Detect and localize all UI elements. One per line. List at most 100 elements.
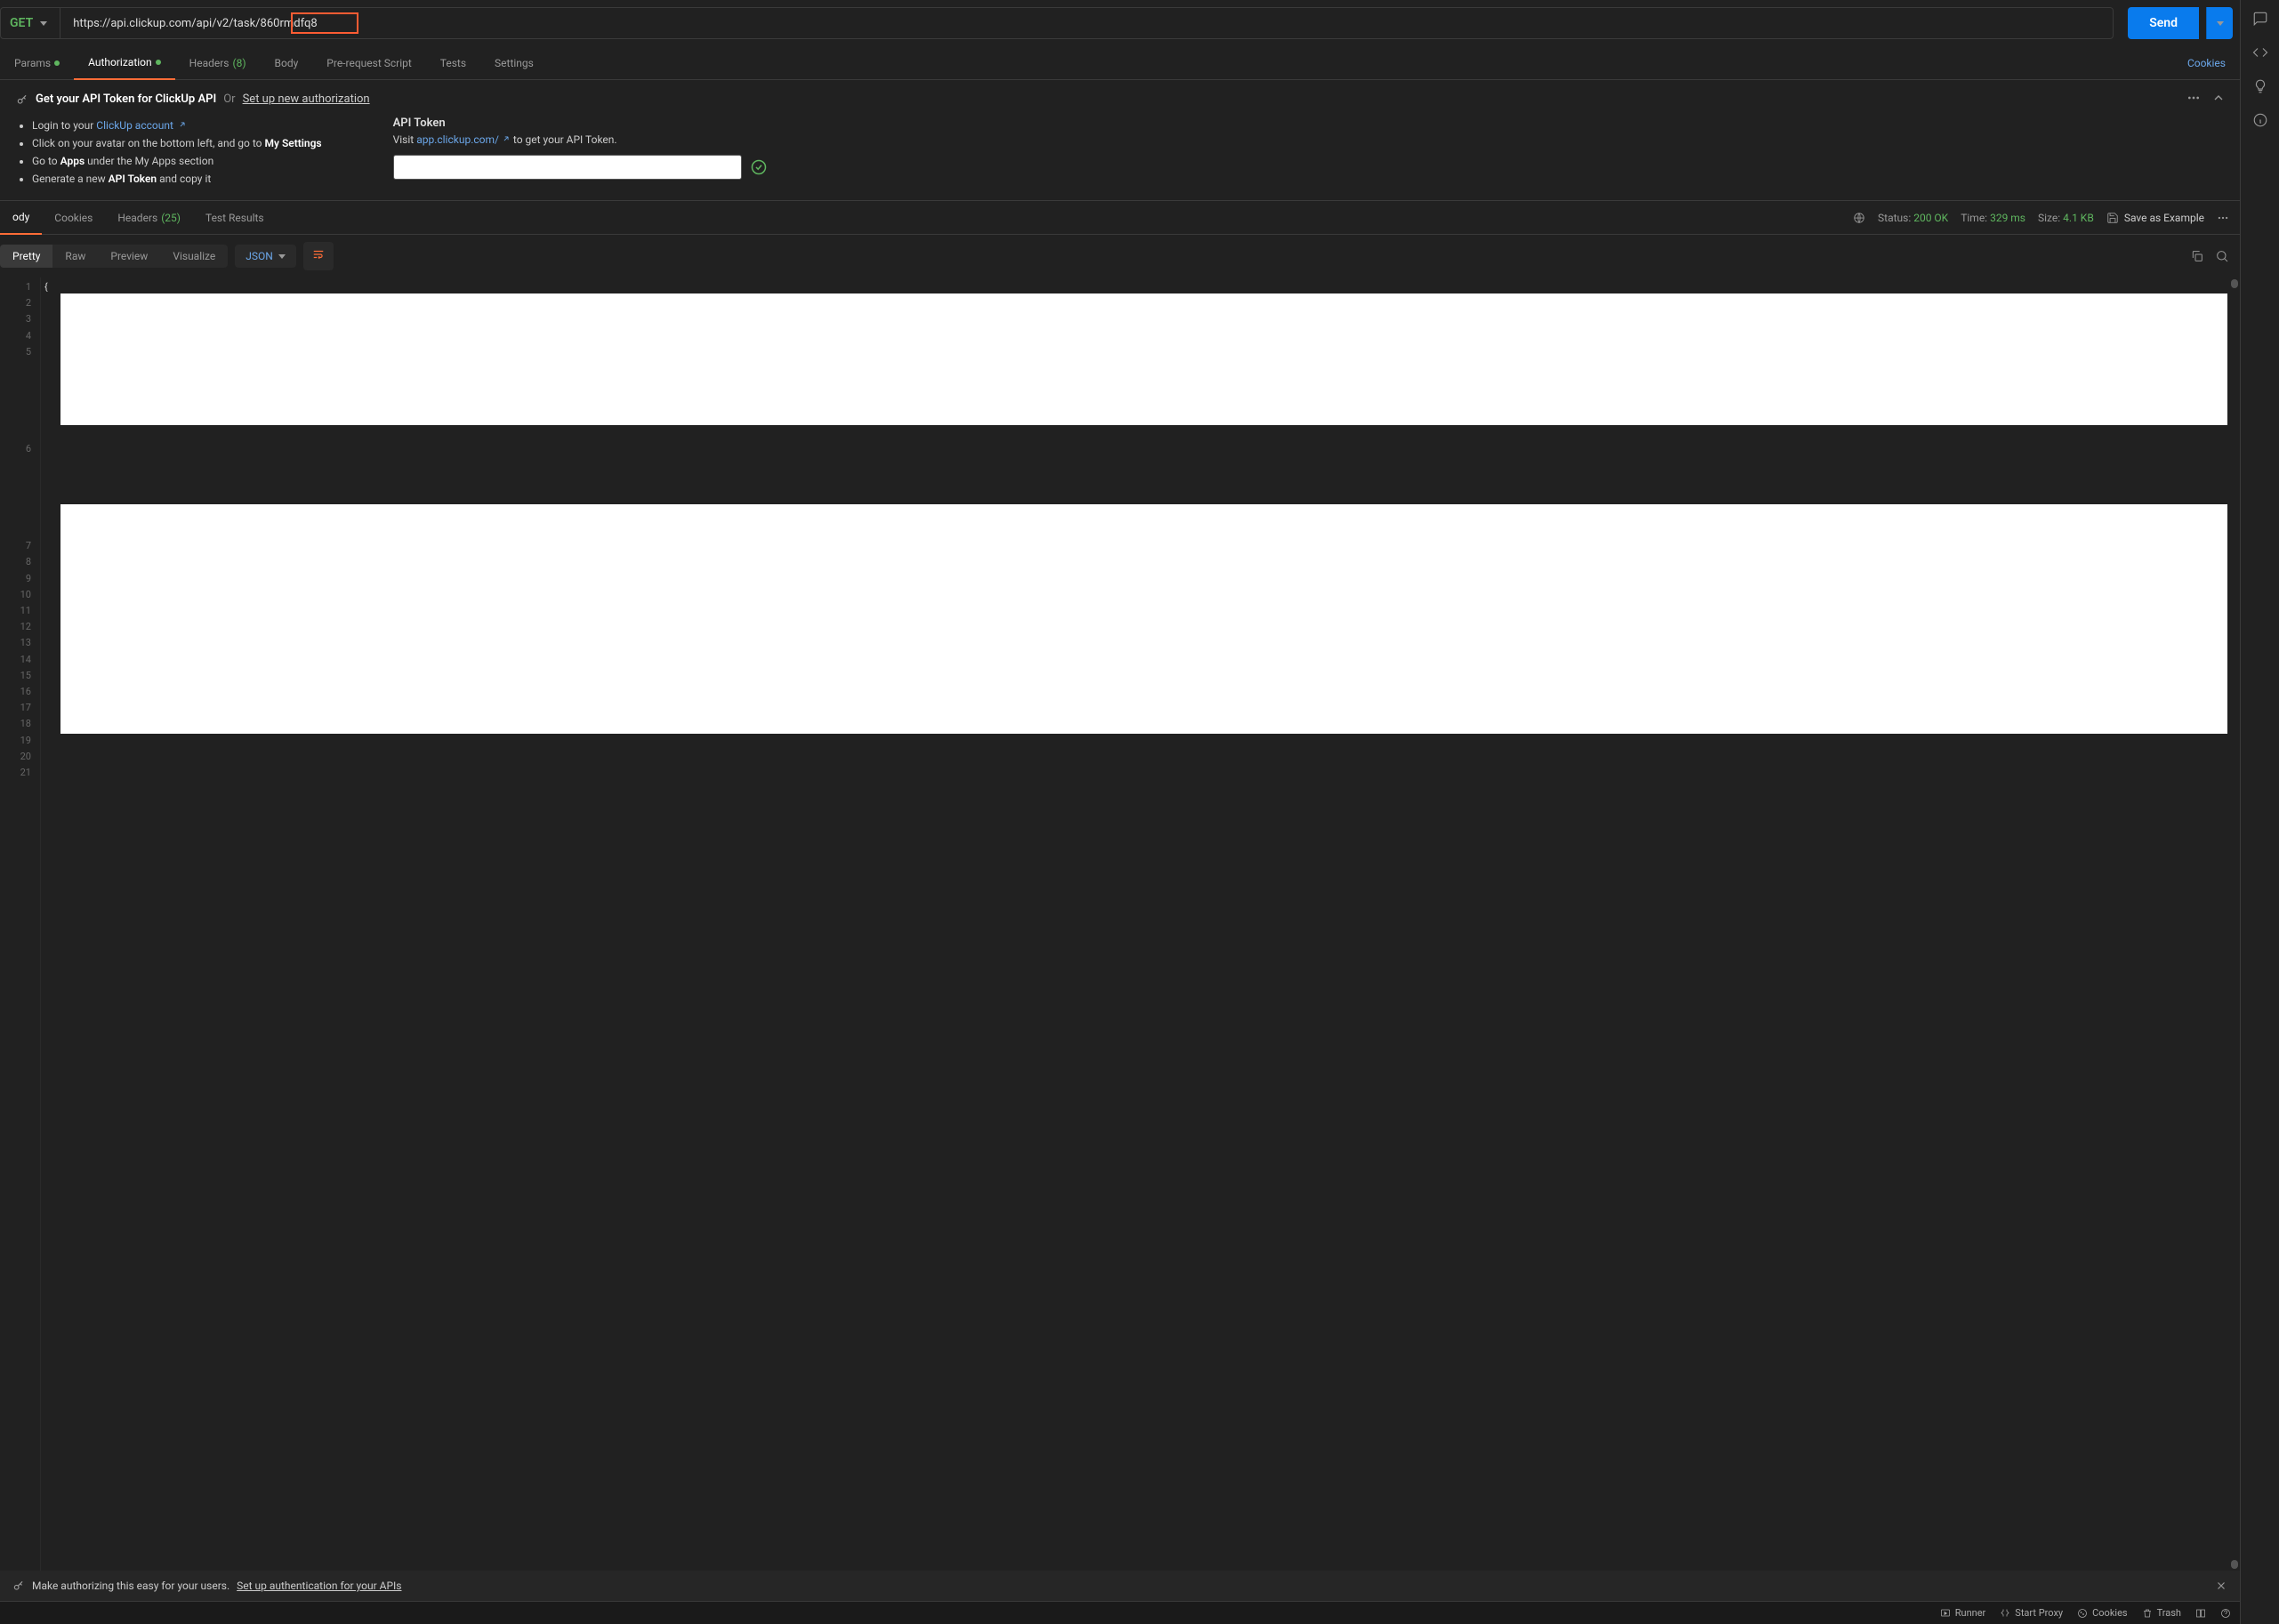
view-tab-visualize[interactable]: Visualize <box>160 245 228 268</box>
cookies-link[interactable]: Cookies <box>2187 57 2240 69</box>
response-tab-cookies[interactable]: Cookies <box>42 201 105 235</box>
key-icon <box>12 1580 25 1592</box>
url-wrap: GET <box>0 7 2114 39</box>
text: Login to your <box>32 119 96 132</box>
panels-icon[interactable] <box>2195 1608 2206 1619</box>
line-number: 16 <box>0 684 31 700</box>
code-icon[interactable] <box>2252 44 2268 60</box>
text: under the My Apps section <box>85 155 213 167</box>
copy-icon[interactable] <box>2190 249 2204 263</box>
response-body: 1 2 3 4 5 6 7 8 9 10 11 12 13 14 15 16 1… <box>0 277 2240 1571</box>
line-number: 4 <box>0 328 31 344</box>
wrap-icon <box>311 248 326 261</box>
send-dropdown-button[interactable] <box>2206 7 2233 39</box>
tab-label: Authorization <box>88 56 152 68</box>
info-icon[interactable] <box>2252 112 2268 128</box>
banner-link[interactable]: Set up authentication for your APIs <box>237 1580 401 1592</box>
search-icon[interactable] <box>2215 249 2229 263</box>
line-number: 19 <box>0 733 31 749</box>
line-gutter: 1 2 3 4 5 6 7 8 9 10 11 12 13 14 15 16 1… <box>0 277 41 1571</box>
method-select[interactable]: GET <box>1 8 60 38</box>
comment-icon[interactable] <box>2252 11 2268 27</box>
line-number: 17 <box>0 700 31 716</box>
app-clickup-link[interactable]: app.clickup.com/ <box>416 133 511 146</box>
auth-setup-link[interactable]: Set up new authorization <box>243 92 370 106</box>
view-tab-pretty[interactable]: Pretty <box>0 245 52 268</box>
scrollbar-thumb[interactable] <box>2231 279 2238 288</box>
runner-button[interactable]: Runner <box>1940 1607 1986 1619</box>
response-tab-tests[interactable]: Test Results <box>193 201 277 235</box>
tab-settings[interactable]: Settings <box>480 46 548 80</box>
status-value: 200 OK <box>1913 212 1948 224</box>
bold: My Settings <box>265 137 322 149</box>
send-button[interactable]: Send <box>2128 7 2199 39</box>
response-tab-headers[interactable]: Headers (25) <box>105 201 193 235</box>
view-tab-raw[interactable]: Raw <box>52 245 98 268</box>
line-number: 5 <box>0 344 31 360</box>
right-sidebar <box>2240 0 2279 1624</box>
method-label: GET <box>10 16 33 30</box>
lightbulb-icon[interactable] <box>2252 78 2268 94</box>
url-input[interactable] <box>60 8 2113 38</box>
response-tab-body[interactable]: ody <box>0 201 42 235</box>
text: Generate a new <box>32 173 109 185</box>
cookies-button[interactable]: Cookies <box>2077 1607 2127 1619</box>
code-body[interactable]: { <box>41 277 2240 1571</box>
chevron-down-icon <box>40 21 47 26</box>
save-icon <box>2106 212 2119 224</box>
tab-label: Headers <box>117 212 157 224</box>
more-icon[interactable] <box>2217 212 2229 224</box>
line-number: 18 <box>0 716 31 732</box>
line-number: 21 <box>0 765 31 781</box>
tab-authorization[interactable]: Authorization <box>74 46 175 80</box>
save-example-button[interactable]: Save as Example <box>2106 212 2204 224</box>
text: Visit <box>393 133 417 146</box>
check-circle-icon <box>751 159 767 175</box>
help-icon[interactable] <box>2220 1608 2231 1619</box>
token-title: API Token <box>393 117 767 130</box>
play-icon <box>1940 1608 1951 1619</box>
more-icon[interactable] <box>2186 91 2201 105</box>
label: Runner <box>1955 1607 1986 1619</box>
trash-button[interactable]: Trash <box>2142 1607 2181 1619</box>
tab-count: (8) <box>233 57 246 69</box>
tab-body[interactable]: Body <box>261 46 313 80</box>
line-number: 15 <box>0 668 31 684</box>
token-desc: Visit app.clickup.com/ to get your API T… <box>393 133 767 146</box>
chevron-down-icon <box>2217 21 2224 26</box>
tab-params[interactable]: Params <box>0 46 74 80</box>
proxy-icon <box>2000 1608 2010 1619</box>
status-dot-icon <box>156 60 161 65</box>
start-proxy-button[interactable]: Start Proxy <box>2000 1607 2063 1619</box>
scrollbar-thumb[interactable] <box>2231 1560 2238 1569</box>
tab-headers[interactable]: Headers (8) <box>175 46 261 80</box>
banner-text: Make authorizing this easy for your user… <box>32 1580 230 1592</box>
globe-lock-icon[interactable] <box>1853 212 1865 224</box>
tab-tests[interactable]: Tests <box>426 46 480 80</box>
redacted-block <box>60 504 2227 734</box>
text: and copy it <box>157 173 211 185</box>
size-value: 4.1 KB <box>2063 212 2094 224</box>
format-select[interactable]: JSON <box>235 245 296 268</box>
status-dot-icon <box>54 60 60 66</box>
tab-prerequest[interactable]: Pre-request Script <box>312 46 425 80</box>
cookie-icon <box>2077 1608 2088 1619</box>
auth-step: Click on your avatar on the bottom left,… <box>32 134 322 152</box>
external-link-icon <box>178 120 187 129</box>
size-label: Size: <box>2038 212 2060 224</box>
auth-steps: Login to your ClickUp account Click on y… <box>16 117 322 188</box>
auth-step: Go to Apps under the My Apps section <box>32 152 322 170</box>
time-label: Time: <box>1961 212 1987 224</box>
bold: Apps <box>60 155 85 167</box>
chevron-up-icon[interactable] <box>2211 91 2226 105</box>
request-tabs: Params Authorization Headers (8) Body Pr… <box>0 46 2240 80</box>
trash-icon <box>2142 1608 2153 1619</box>
clickup-account-link[interactable]: ClickUp account <box>96 119 187 132</box>
line-number: 12 <box>0 619 31 635</box>
line-number: 11 <box>0 603 31 619</box>
api-token-input[interactable] <box>393 155 742 180</box>
close-icon[interactable] <box>2215 1580 2227 1592</box>
view-tab-preview[interactable]: Preview <box>98 245 160 268</box>
wrap-lines-button[interactable] <box>303 242 334 270</box>
line-number: 8 <box>0 554 31 570</box>
